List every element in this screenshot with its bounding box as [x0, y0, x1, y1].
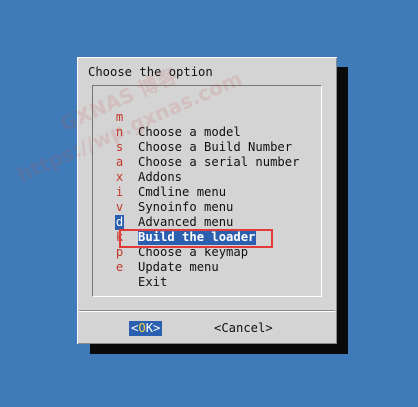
menu-item-update-menu[interactable]: p Update menu — [93, 230, 321, 274]
menu-item-exit[interactable]: e Exit — [93, 245, 321, 289]
button-row: <OK> <Cancel> — [77, 321, 337, 336]
menu-item-choose-keymap[interactable]: k Choose a keymap — [93, 215, 321, 259]
menu-list-frame: m Choose a model n Choose a Build Number… — [92, 85, 322, 297]
menu-item-synoinfo-menu[interactable]: i Synoinfo menu — [93, 170, 321, 214]
ok-label-rest: K — [145, 321, 154, 335]
button-separator — [79, 310, 335, 312]
ok-hotkey: O — [138, 321, 146, 335]
menu-item-choose-serial-number[interactable]: s Choose a serial number — [93, 125, 321, 169]
menu-hotkey: e — [115, 260, 124, 274]
menu-item-build-loader[interactable]: d Build the loader — [93, 200, 321, 245]
menu-dialog: Choose the option m Choose a model n Cho… — [77, 57, 337, 344]
menu-item-choose-model[interactable]: m Choose a model — [93, 95, 321, 139]
menu-item-addons[interactable]: a Addons — [93, 140, 321, 184]
menu-item-choose-build-number[interactable]: n Choose a Build Number — [93, 110, 321, 154]
dialog-title: Choose the option — [88, 65, 213, 79]
ok-button[interactable]: <OK> — [129, 321, 163, 336]
menu-item-label: Exit — [138, 275, 168, 289]
ok-bracket-right: > — [153, 321, 161, 335]
menu-item-advanced-menu[interactable]: v Advanced menu — [93, 185, 321, 229]
cancel-button[interactable]: <Cancel> — [214, 321, 273, 336]
menu-list: m Choose a model n Choose a Build Number… — [93, 95, 321, 289]
menu-item-cmdline-menu[interactable]: x Cmdline menu — [93, 155, 321, 199]
